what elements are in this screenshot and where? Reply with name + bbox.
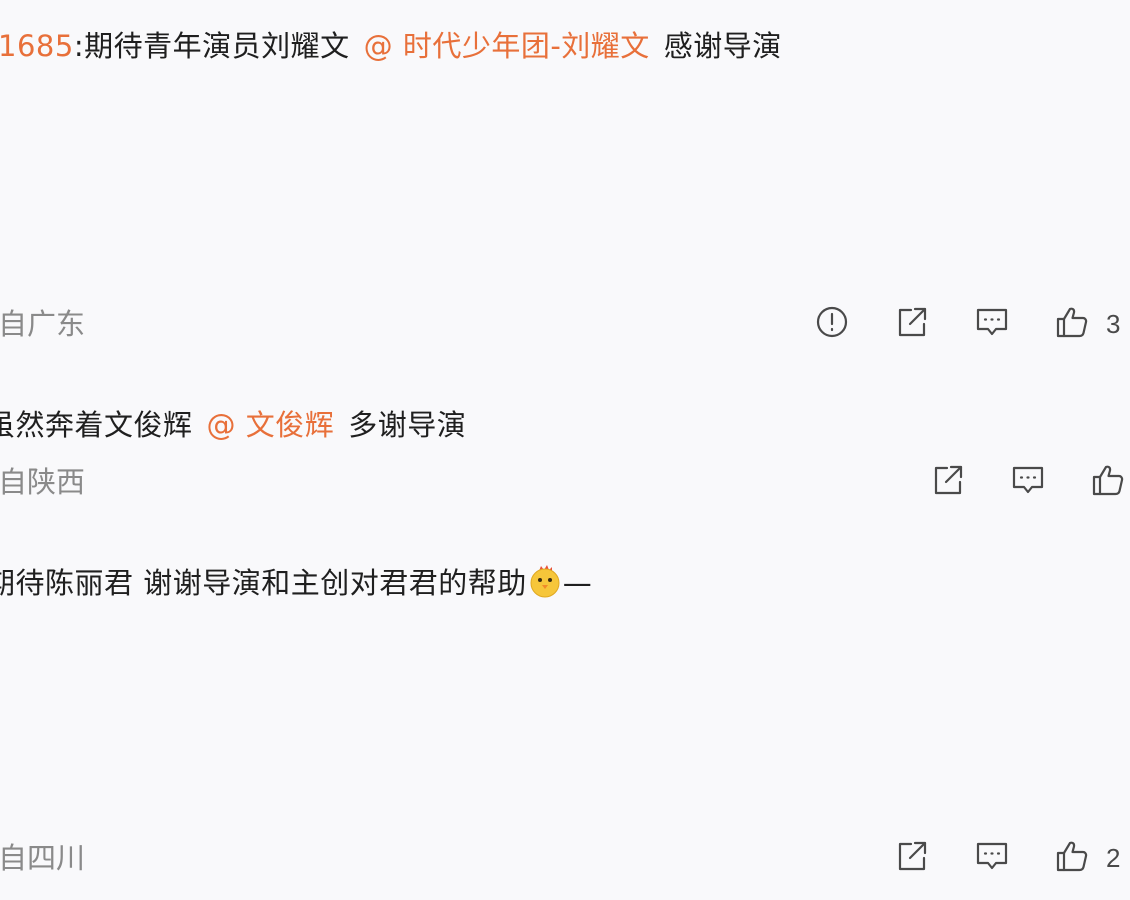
comment-1-reply-button[interactable]: [972, 302, 1012, 342]
comment-1-share-button[interactable]: [892, 302, 932, 342]
comment-3-share-button[interactable]: [892, 836, 932, 876]
comment-1-mention-link[interactable]: @ 时代少年团-刘耀文: [364, 29, 650, 63]
comment-1-text: 1685:期待青年演员刘耀文 @ 时代少年团-刘耀文 感谢导演: [0, 26, 782, 66]
comment-3-location: 自四川: [0, 841, 86, 875]
comment-2-text: 虽然奔着文俊辉 @ 文俊辉 多谢导演: [0, 405, 466, 445]
chick-emoji-icon: [530, 565, 560, 598]
comment-icon: [976, 308, 1008, 336]
comment-1-suffix: 感谢导演: [663, 29, 782, 63]
share-icon: [898, 307, 927, 337]
thumbs-up-icon: [1092, 465, 1124, 496]
comment-2-suffix: 多谢导演: [348, 408, 467, 442]
share-icon: [898, 841, 927, 871]
comment-3-like-button[interactable]: [1052, 836, 1092, 876]
comment-feed: 1685:期待青年演员刘耀文 @ 时代少年团-刘耀文 感谢导演 自广东 3 虽然…: [0, 0, 1130, 900]
comment-1-user-suffix[interactable]: 1685: [0, 29, 74, 63]
comment-1-location: 自广东: [0, 307, 86, 341]
comment-1-body: 期待青年演员刘耀文: [84, 29, 350, 63]
comment-3-like-count: 2: [1106, 843, 1121, 873]
comment-1-colon: :: [73, 29, 85, 63]
comment-2-share-button[interactable]: [928, 460, 968, 500]
comment-icon: [1012, 466, 1044, 494]
comment-2-reply-button[interactable]: [1008, 460, 1048, 500]
comment-2-location: 自陕西: [0, 465, 86, 499]
exclamation-circle-icon: [816, 306, 848, 338]
comment-2-mention-link[interactable]: @ 文俊辉: [207, 408, 335, 442]
comment-1-report-button[interactable]: [812, 302, 852, 342]
comment-3-text: 期待陈丽君 谢谢导演和主创对君君的帮助 —: [0, 563, 592, 603]
comment-3-reply-button[interactable]: [972, 836, 1012, 876]
thumbs-up-icon: [1056, 307, 1088, 338]
comment-1-like-button[interactable]: [1052, 302, 1092, 342]
comment-icon: [976, 842, 1008, 870]
comment-1-like-count: 3: [1106, 309, 1121, 339]
comment-2-like-button[interactable]: [1088, 460, 1128, 500]
thumbs-up-icon: [1056, 841, 1088, 872]
comment-3-suffix: —: [562, 566, 593, 600]
comment-3-body: 期待陈丽君 谢谢导演和主创对君君的帮助: [0, 566, 527, 600]
share-icon: [934, 465, 963, 495]
comment-2-body: 虽然奔着文俊辉: [0, 408, 193, 442]
